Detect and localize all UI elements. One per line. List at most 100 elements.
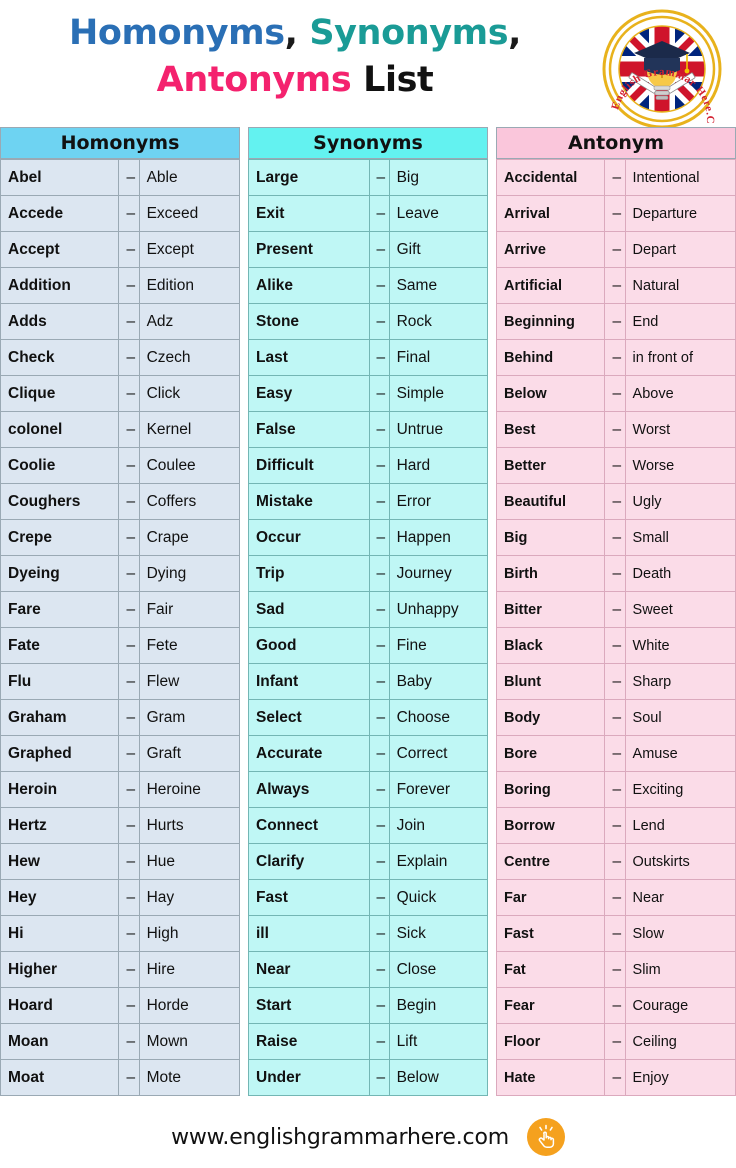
dash-separator: – xyxy=(118,735,140,772)
word-term: Raise xyxy=(248,1023,370,1060)
word-match: White xyxy=(624,627,736,664)
table-row: ill – Sick xyxy=(248,915,489,952)
word-term: Hey xyxy=(0,879,120,916)
table-row: Fat – Slim xyxy=(495,951,736,988)
word-term: Fate xyxy=(0,627,120,664)
site-url[interactable]: www.englishgrammarhere.com xyxy=(171,1125,509,1150)
word-match: Coulee xyxy=(138,447,241,484)
dash-separator: – xyxy=(368,735,390,772)
header: Homonyms, Synonyms, Antonyms List Englis… xyxy=(0,0,736,129)
dash-separator: – xyxy=(368,951,390,988)
title-comma-2: , xyxy=(508,13,522,53)
word-match: Small xyxy=(624,519,736,556)
word-match: Hire xyxy=(138,951,241,988)
table-row: Alike – Same xyxy=(248,267,489,304)
word-term: Occur xyxy=(248,519,370,556)
word-term: Last xyxy=(248,339,370,376)
word-match: Ugly xyxy=(624,483,736,520)
word-match: Enjoy xyxy=(624,1059,736,1096)
dash-separator: – xyxy=(604,195,626,232)
word-term: Accept xyxy=(0,231,120,268)
word-match: Explain xyxy=(388,843,489,880)
dash-separator: – xyxy=(368,375,390,412)
table-row: Hi – High xyxy=(0,915,241,952)
dash-separator: – xyxy=(604,843,626,880)
table-row: Moan – Mown xyxy=(0,1023,241,1060)
table-antonyms: Accidental – Intentional Arrival – Departure A… xyxy=(495,159,736,1096)
word-match: Fete xyxy=(138,627,241,664)
table-row: Occur – Happen xyxy=(248,519,489,556)
word-match: Departure xyxy=(624,195,736,232)
column-header-synonyms: Synonyms xyxy=(248,127,488,159)
table-row: Raise – Lift xyxy=(248,1023,489,1060)
dash-separator: – xyxy=(118,843,140,880)
word-match: Fine xyxy=(388,627,489,664)
dash-separator: – xyxy=(118,663,140,700)
table-row: Crepe – Crape xyxy=(0,519,241,556)
word-term: Beginning xyxy=(495,303,606,340)
dash-separator: – xyxy=(368,267,390,304)
dash-separator: – xyxy=(118,771,140,808)
word-term: Body xyxy=(495,699,606,736)
dash-separator: – xyxy=(604,1059,626,1096)
word-term: Exit xyxy=(248,195,370,232)
dash-separator: – xyxy=(118,555,140,592)
table-row: Fast – Slow xyxy=(495,915,736,952)
word-term: Big xyxy=(495,519,606,556)
word-term: Sad xyxy=(248,591,370,628)
word-match: Same xyxy=(388,267,489,304)
word-term: Arrive xyxy=(495,231,606,268)
word-match: Kernel xyxy=(138,411,241,448)
word-match: Simple xyxy=(388,375,489,412)
pointing-hand-icon[interactable] xyxy=(526,1118,565,1156)
dash-separator: – xyxy=(118,267,140,304)
footer: www.englishgrammarhere.com xyxy=(0,1106,736,1168)
dash-separator: – xyxy=(368,339,390,376)
dash-separator: – xyxy=(604,915,626,952)
word-term: Floor xyxy=(495,1023,606,1060)
word-term: Arrival xyxy=(495,195,606,232)
word-term: Fare xyxy=(0,591,120,628)
dash-separator: – xyxy=(368,879,390,916)
table-row: Black – White xyxy=(495,627,736,664)
word-term: Boring xyxy=(495,771,606,808)
dash-separator: – xyxy=(118,447,140,484)
word-match: Crape xyxy=(138,519,241,556)
table-row: Beautiful – Ugly xyxy=(495,483,736,520)
word-term: Select xyxy=(248,699,370,736)
dash-separator: – xyxy=(368,699,390,736)
dash-separator: – xyxy=(604,735,626,772)
table-row: Sad – Unhappy xyxy=(248,591,489,628)
word-term: Birth xyxy=(495,555,606,592)
word-term: Below xyxy=(495,375,606,412)
table-row: Present – Gift xyxy=(248,231,489,268)
table-row: Clique – Click xyxy=(0,375,241,412)
dash-separator: – xyxy=(368,159,390,196)
word-term: Fast xyxy=(495,915,606,952)
word-match: Sweet xyxy=(624,591,736,628)
dash-separator: – xyxy=(368,843,390,880)
word-term: Near xyxy=(248,951,370,988)
dash-separator: – xyxy=(368,231,390,268)
word-term: Hew xyxy=(0,843,120,880)
dash-separator: – xyxy=(368,195,390,232)
table-row: Below – Above xyxy=(495,375,736,412)
table-row: Abel – Able xyxy=(0,159,241,196)
dash-separator: – xyxy=(368,987,390,1024)
word-match: Czech xyxy=(138,339,241,376)
table-row: Arrival – Departure xyxy=(495,195,736,232)
table-row: Better – Worse xyxy=(495,447,736,484)
table-row: Stone – Rock xyxy=(248,303,489,340)
column-header-antonyms: Antonym xyxy=(496,127,736,159)
word-term: Beautiful xyxy=(495,483,606,520)
word-term: Hoard xyxy=(0,987,120,1024)
word-match: Outskirts xyxy=(624,843,736,880)
table-row: Dyeing – Dying xyxy=(0,555,241,592)
word-match: Choose xyxy=(388,699,489,736)
word-match: Heroine xyxy=(138,771,241,808)
table-row: Moat – Mote xyxy=(0,1059,241,1096)
word-match: Worst xyxy=(624,411,736,448)
table-row: Far – Near xyxy=(495,879,736,916)
word-match: Hue xyxy=(138,843,241,880)
table-row: Birth – Death xyxy=(495,555,736,592)
